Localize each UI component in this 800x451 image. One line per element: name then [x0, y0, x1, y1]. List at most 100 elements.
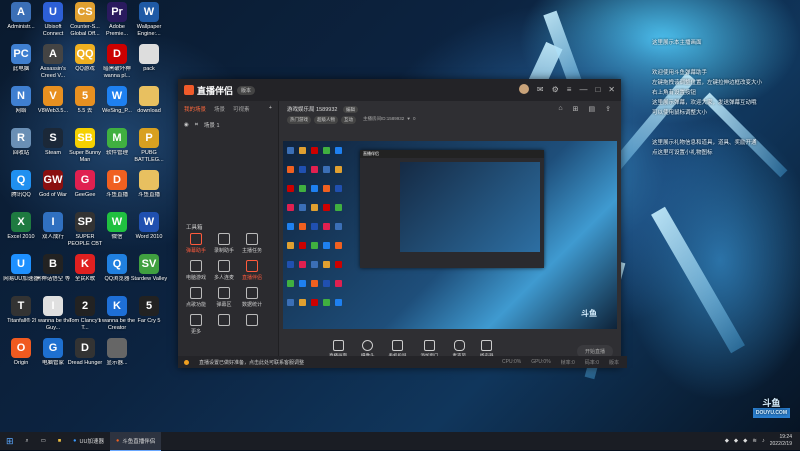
tool-button[interactable]: 更多 — [182, 314, 210, 335]
room-tag[interactable]: 热门游戏 — [287, 116, 311, 124]
preview-mini-icon — [311, 185, 318, 192]
preview-mini-icon — [311, 261, 318, 268]
tool-icon — [218, 314, 230, 326]
mail-icon[interactable]: ✉ — [537, 85, 544, 94]
tool-button[interactable] — [210, 314, 238, 328]
eye-icon[interactable]: ◉ — [184, 122, 189, 128]
app-icon: I — [43, 212, 63, 232]
maximize-icon[interactable]: □ — [595, 85, 600, 94]
preview-mini-icon — [335, 223, 342, 230]
tool-button[interactable]: 数据统计 — [238, 287, 266, 308]
scene-item[interactable]: ◉ ⌗ 场景 1 — [178, 117, 278, 133]
room-tag[interactable]: 互动 — [341, 116, 356, 124]
add-scene-icon[interactable]: + — [269, 105, 272, 113]
app-icon: S — [43, 128, 63, 148]
tool-icon — [218, 233, 230, 245]
settings-icon[interactable]: ⚙ — [552, 85, 559, 94]
preview-mini-icon — [323, 166, 330, 173]
preview-mini-icon — [287, 185, 294, 192]
clock-date: 2022/2/19 — [769, 441, 792, 447]
tools-grid: 弹幕助手 录制助手 主播任务电脑游戏 多人连麦 直播伴侣点歌功能 弹幕区 数据统计更多 — [182, 233, 274, 341]
app-logo-icon — [184, 85, 194, 95]
watermark-sub: DOUYU.COM — [752, 408, 790, 418]
app-titlebar: 直播伴侣 版本 ✉ ⚙ ≡ — □ ✕ — [178, 79, 621, 101]
tool-button[interactable]: 弹幕助手 — [182, 233, 210, 254]
tool-button[interactable] — [238, 314, 266, 328]
version-badge[interactable]: 版本 — [237, 85, 256, 95]
tray-icon[interactable]: ◆ — [725, 438, 729, 444]
app-icon: R — [11, 128, 31, 148]
task-view-icon: ▭ — [40, 438, 46, 444]
tool-button[interactable]: 点歌功能 — [182, 287, 210, 308]
desktop-icon[interactable]: W Word 2010 — [130, 212, 168, 241]
overlay-note-line: 可以使用鼠标调整大小 — [652, 110, 708, 116]
close-icon[interactable]: ✕ — [608, 85, 615, 94]
share-icon[interactable]: ⇪ — [605, 105, 611, 113]
desktop-icon[interactable]: 斗鱼直播 — [130, 170, 168, 199]
lock-icon[interactable]: ⌗ — [195, 122, 198, 129]
app-icon: D — [107, 170, 127, 190]
app-icon: B — [43, 254, 63, 274]
preview-mini-icon — [311, 223, 318, 230]
desktop-icon[interactable]: 显示器... — [98, 338, 136, 367]
preview-mini-icon — [299, 223, 306, 230]
taskbar-item-active[interactable]: ● 斗鱼直播伴侣 — [109, 431, 162, 451]
edit-room-button[interactable]: 编辑 — [342, 106, 358, 113]
app-icon: SB — [75, 128, 95, 148]
preview-mini-icon — [335, 185, 342, 192]
status-fps: 帧率:0 — [560, 359, 575, 366]
minimize-icon[interactable]: — — [579, 85, 587, 94]
preview-nested-canvas — [400, 162, 540, 252]
tool-button[interactable]: 多人连麦 — [210, 260, 238, 281]
data-icon[interactable]: ▤ — [589, 105, 596, 113]
window-controls: ✉ ⚙ ≡ — □ ✕ — [518, 84, 615, 94]
app-icon: V — [43, 86, 63, 106]
taskbar-item-label: UU加速器 — [79, 439, 104, 445]
tab-my-scene[interactable]: 我的场景 — [184, 105, 206, 113]
desktop-icon[interactable]: W Wallpaper Engine:... — [130, 2, 168, 37]
lock-room-icon[interactable]: ⌂ — [558, 105, 562, 113]
tool-button[interactable]: 电脑游戏 — [182, 260, 210, 281]
douyu-icon: ● — [115, 437, 120, 444]
tools-header: 工具箱 — [186, 225, 203, 231]
tray-icon[interactable]: ◆ — [743, 438, 747, 444]
status-notice[interactable]: 直播设置已做好准备，点击此处可联系客服调整 — [199, 359, 304, 366]
app-icon: W — [107, 86, 127, 106]
volume-icon[interactable]: ♪ — [762, 438, 765, 444]
tool-label: 主播任务 — [241, 248, 262, 254]
stream-preview[interactable]: 直播伴侣 斗鱼 — [283, 141, 617, 329]
tab-scene[interactable]: 场景 — [214, 105, 225, 113]
task-view-button[interactable]: ▭ — [35, 432, 52, 450]
desktop-icon[interactable]: SV Stardew Valley — [130, 254, 168, 283]
start-button[interactable]: ⊞ — [0, 432, 20, 450]
app-icon: G — [75, 170, 95, 190]
taskbar-item[interactable]: ● UU加速器 — [67, 432, 110, 450]
viewer-count: 0 — [412, 116, 416, 121]
app-icon: I — [43, 296, 63, 316]
menu-icon[interactable]: ≡ — [567, 85, 572, 94]
tool-button[interactable]: 录制助手 — [210, 233, 238, 254]
clock[interactable]: 19:24 2022/2/19 — [770, 434, 792, 448]
app-icon: W — [139, 2, 159, 22]
avatar[interactable] — [518, 84, 529, 94]
explorer-button[interactable]: ■ — [52, 432, 67, 450]
network-icon[interactable]: ≋ — [752, 438, 757, 444]
desktop-icon[interactable]: download — [130, 86, 168, 115]
tool-icon — [246, 314, 258, 326]
gift-icon[interactable]: ⊞ — [573, 105, 579, 113]
preview-mini-icon — [335, 147, 342, 154]
overlay-notes: 这里展示本主播画面 欢迎使用斗鱼弹幕助手 左键拖拽该调整位置，左键拉伸边框改变大小右… — [652, 38, 762, 158]
search-button[interactable]: ⌕ — [20, 432, 35, 450]
desktop-icon[interactable]: pack — [130, 44, 168, 73]
tool-icon — [218, 260, 230, 272]
tool-button[interactable]: 主播任务 — [238, 233, 266, 254]
desktop-icon[interactable]: P PUBG BATTLEG... — [130, 128, 168, 163]
tool-button[interactable]: 直播伴侣 — [238, 260, 266, 281]
tray-icon[interactable]: ◆ — [734, 438, 738, 444]
app-icon: Q — [107, 254, 127, 274]
desktop-icon[interactable]: 5 Far Cry 5 — [130, 296, 168, 325]
preview-mini-icon — [335, 261, 342, 268]
room-tag[interactable]: 超级人物 — [314, 116, 338, 124]
tab-materials[interactable]: 可视素 — [233, 105, 250, 113]
tool-button[interactable]: 弹幕区 — [210, 287, 238, 308]
